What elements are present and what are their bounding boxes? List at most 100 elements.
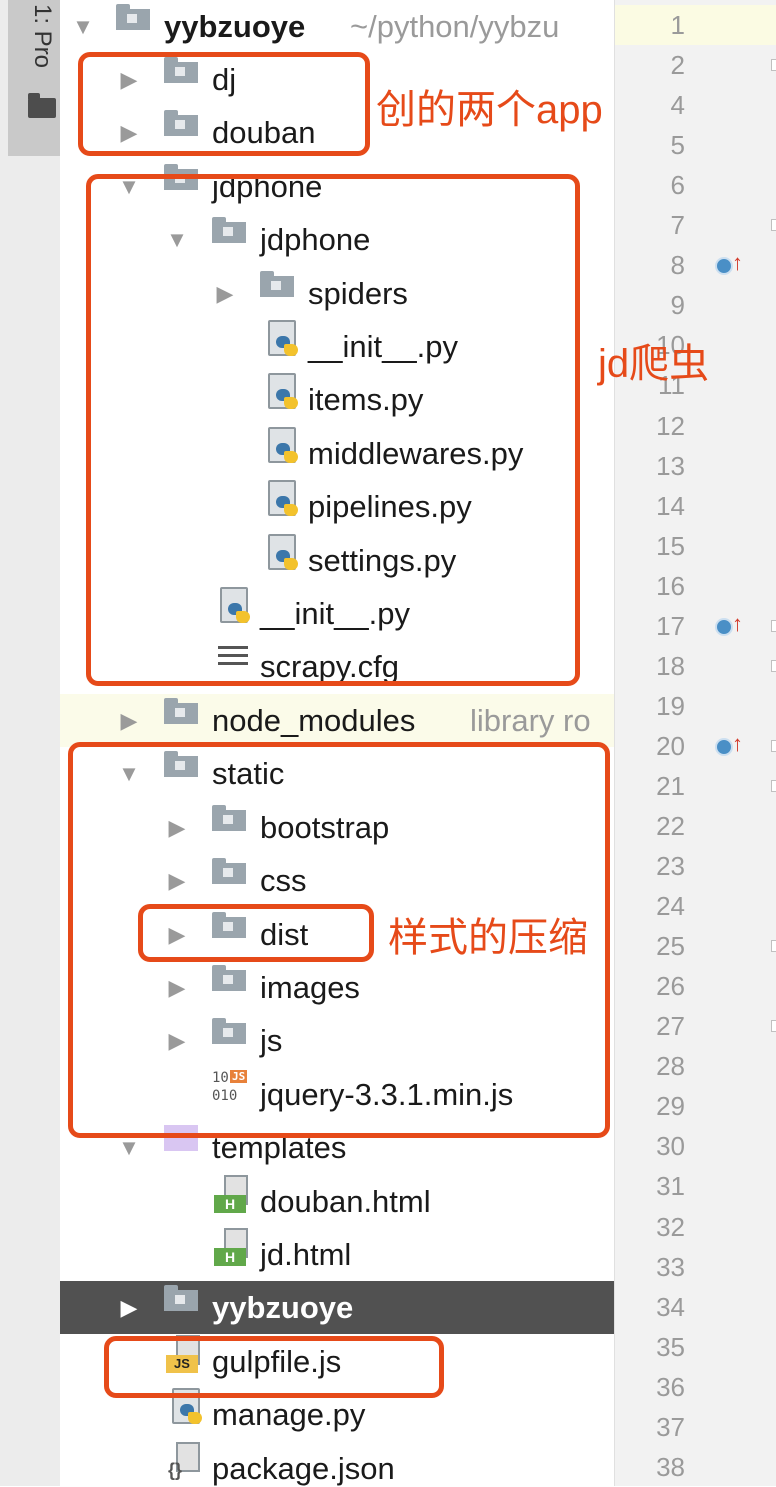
tree-row-yybzuoye-package[interactable]: ▶ yybzuoye [60, 1281, 614, 1334]
line-number: 28 [656, 1051, 685, 1082]
line-number: 38 [656, 1451, 685, 1482]
line-number: 7 [670, 210, 685, 241]
gutter-line: 33 [615, 1247, 776, 1287]
gutter-line: 24 [615, 886, 776, 926]
gutter-line: 14 [615, 486, 776, 526]
chevron-right-icon[interactable]: ▶ [118, 1296, 140, 1319]
line-number: 27 [656, 1011, 685, 1042]
line-number: 35 [656, 1331, 685, 1362]
annotation-box-spider [86, 174, 580, 686]
tree-item-label: jd.html [260, 1236, 352, 1272]
line-number: 32 [656, 1211, 685, 1242]
gutter-line: 15 [615, 526, 776, 566]
gutter-line: 13 [615, 446, 776, 486]
folder-icon [28, 93, 56, 118]
tree-item-label: yybzuoye [212, 1289, 354, 1325]
override-marker-icon[interactable]: ↑ [715, 731, 743, 756]
html-file-icon: H [214, 1175, 250, 1215]
annotation-box-gulpfile [104, 1336, 444, 1398]
line-number: 2 [670, 50, 685, 81]
fold-marker-icon[interactable] [771, 940, 776, 953]
project-tool-tab-label: 1: Pro [29, 4, 56, 69]
tree-row-package-json[interactable]: {} package.json [60, 1442, 614, 1486]
fold-marker-icon[interactable] [771, 59, 776, 72]
line-number: 29 [656, 1091, 685, 1122]
tool-window-strip: 1: Pro [0, 0, 61, 1486]
gutter-line: 37 [615, 1407, 776, 1447]
gutter-line: 25 [615, 926, 776, 966]
line-number: 5 [670, 130, 685, 161]
folder-icon [116, 4, 150, 30]
folder-icon [164, 1285, 198, 1311]
line-number: 30 [656, 1131, 685, 1162]
override-marker-icon[interactable]: ↑ [715, 251, 743, 276]
gutter-line: 12 [615, 406, 776, 446]
gutter-line: 31 [615, 1166, 776, 1206]
gutter-line: 2 [615, 45, 776, 85]
gutter-line: 8 ↑ [615, 245, 776, 285]
tree-item-hint: library ro [470, 702, 591, 738]
fold-marker-icon[interactable] [771, 619, 776, 632]
tree-item-path: ~/python/yybzu [350, 8, 560, 44]
gutter-line: 1 [615, 5, 776, 45]
tree-item-label: yybzuoye [164, 8, 306, 44]
line-number: 34 [656, 1291, 685, 1322]
tree-item-label: manage.py [212, 1396, 366, 1432]
chevron-down-icon[interactable]: ▼ [118, 1136, 140, 1159]
line-number: 20 [656, 730, 685, 761]
gutter-line: 22 [615, 806, 776, 846]
gutter-line: 5 [615, 125, 776, 165]
project-tool-tab[interactable]: 1: Pro [8, 0, 60, 156]
line-number: 17 [656, 610, 685, 641]
gutter-line: 21 [615, 766, 776, 806]
line-number: 21 [656, 770, 685, 801]
fold-marker-icon[interactable] [771, 779, 776, 792]
gutter-line: 29 [615, 1086, 776, 1126]
html-file-icon: H [214, 1228, 250, 1268]
gutter-line: 30 [615, 1126, 776, 1166]
line-number: 13 [656, 450, 685, 481]
annotation-note-apps: 创的两个app [376, 88, 603, 132]
line-number: 18 [656, 650, 685, 681]
annotation-note-style: 样式的压缩 [388, 916, 588, 960]
line-number: 19 [656, 690, 685, 721]
fold-marker-icon[interactable] [771, 1020, 776, 1033]
line-number: 31 [656, 1171, 685, 1202]
line-number: 4 [670, 90, 685, 121]
gutter-line: 38 [615, 1447, 776, 1487]
line-number: 12 [656, 410, 685, 441]
folder-icon [164, 698, 198, 724]
override-marker-icon[interactable]: ↑ [715, 611, 743, 636]
annotation-note-spider: jd爬虫 [598, 342, 710, 386]
tree-row-root[interactable]: ▼ yybzuoye ~/python/yybzu [60, 0, 614, 53]
gutter-line: 35 [615, 1327, 776, 1367]
line-number: 15 [656, 530, 685, 561]
fold-marker-icon[interactable] [771, 219, 776, 232]
line-number: 9 [670, 290, 685, 321]
fold-marker-icon[interactable] [771, 659, 776, 672]
tree-item-label: package.json [212, 1450, 395, 1486]
line-number: 23 [656, 851, 685, 882]
gutter-line: 16 [615, 566, 776, 606]
chevron-down-icon[interactable]: ▼ [72, 15, 94, 38]
line-number: 26 [656, 971, 685, 1002]
tree-row-jd-html[interactable]: H jd.html [60, 1228, 614, 1281]
line-number: 37 [656, 1411, 685, 1442]
fold-marker-icon[interactable] [771, 739, 776, 752]
json-file-icon: {} [166, 1442, 202, 1482]
tree-row-douban-html[interactable]: H douban.html [60, 1175, 614, 1228]
gutter-line: 36 [615, 1367, 776, 1407]
gutter-line: 34 [615, 1287, 776, 1327]
chevron-right-icon[interactable]: ▶ [118, 709, 140, 732]
tree-row-node-modules[interactable]: ▶ node_modules library ro [60, 694, 614, 747]
line-number: 24 [656, 891, 685, 922]
annotation-box-dist [138, 904, 374, 962]
gutter-line: 18 [615, 646, 776, 686]
gutter-line: 19 [615, 686, 776, 726]
gutter-line: 7 [615, 205, 776, 245]
line-number: 14 [656, 490, 685, 521]
line-number: 36 [656, 1371, 685, 1402]
line-number: 25 [656, 931, 685, 962]
gutter-line: 9 [615, 285, 776, 325]
gutter-line: 32 [615, 1207, 776, 1247]
